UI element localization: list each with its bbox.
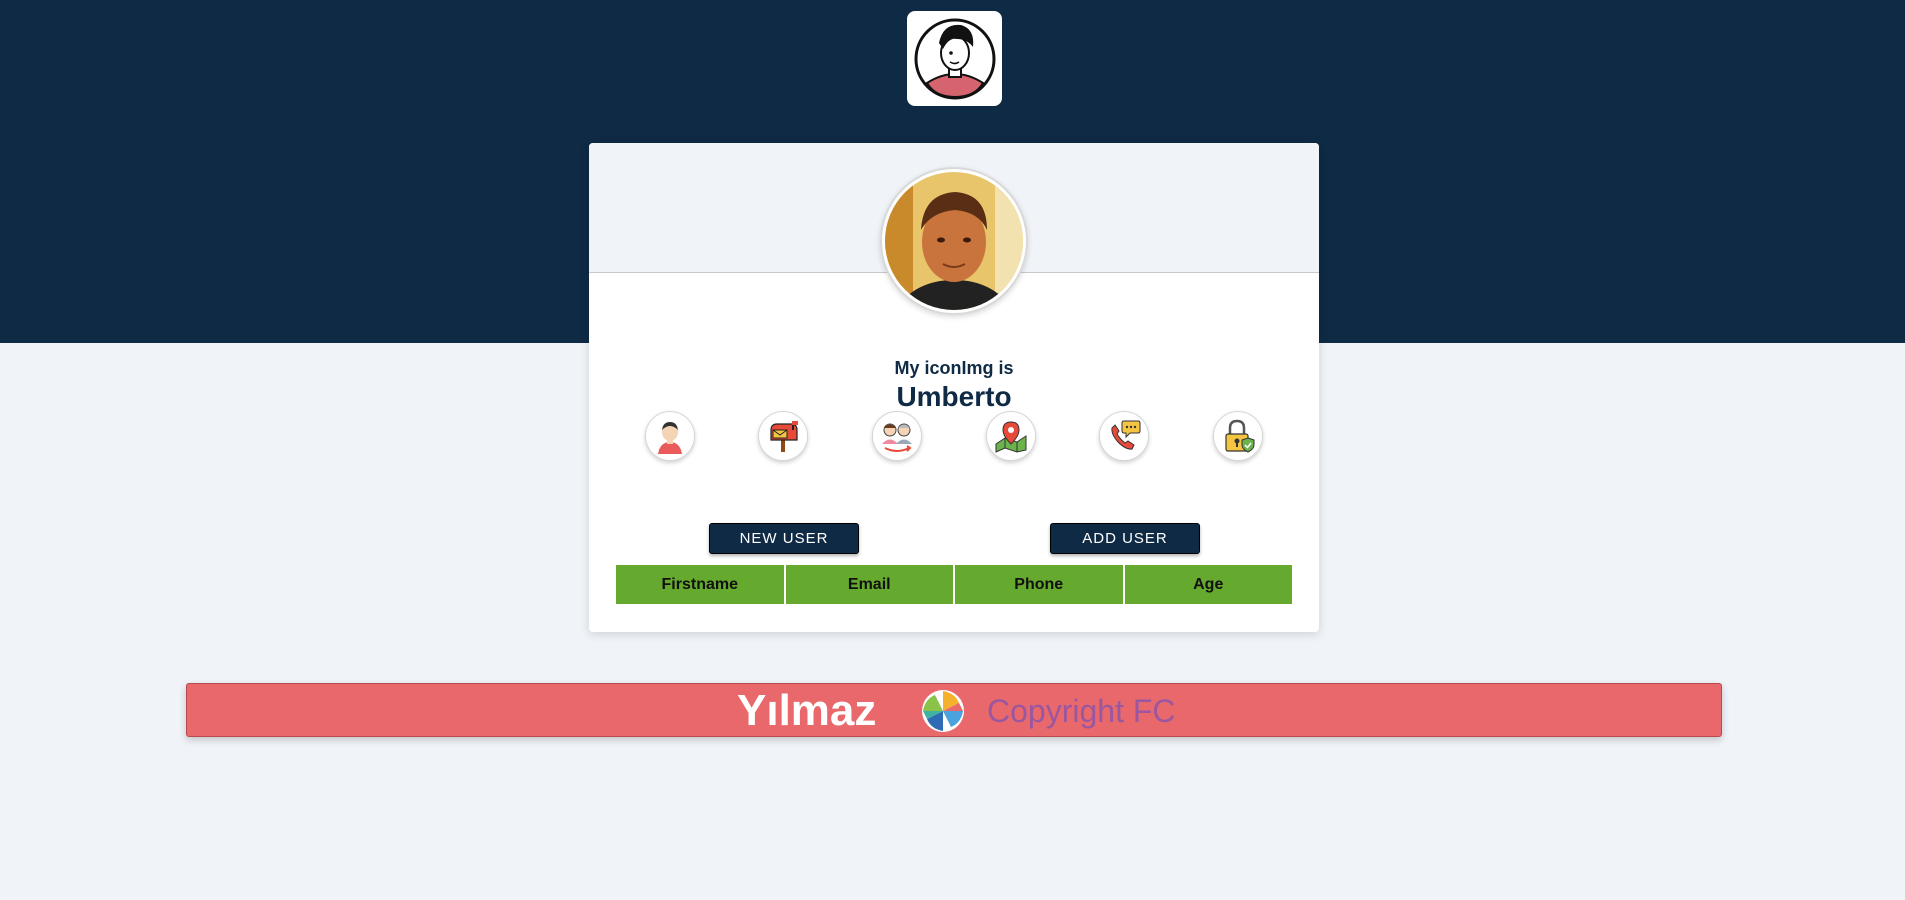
- lock-icon: [1225, 419, 1255, 453]
- add-user-button[interactable]: ADD USER: [1050, 523, 1200, 554]
- new-user-button[interactable]: NEW USER: [709, 523, 859, 554]
- lock-icon-button[interactable]: [1213, 411, 1263, 461]
- avatar-logo-icon: [914, 18, 995, 99]
- app-logo[interactable]: [907, 11, 1002, 106]
- age-icon-button[interactable]: [872, 411, 922, 461]
- pinwheel-logo-icon: [921, 689, 965, 733]
- user-icon: [658, 422, 682, 454]
- table-header-row: Firstname Email Phone Age: [616, 565, 1292, 604]
- footer-brand: Yılmaz: [737, 686, 877, 735]
- age-icon: [882, 423, 912, 452]
- user-card: My iconImg is Umberto NEW USER ADD USER …: [589, 143, 1319, 632]
- label-title: My iconImg is: [894, 358, 1014, 378]
- footer-copyright: Copyright FC: [987, 692, 1176, 729]
- label-value: Umberto: [896, 381, 1012, 412]
- user-photo: [885, 172, 1023, 310]
- location-icon: [995, 421, 1027, 453]
- column-email[interactable]: Email: [785, 565, 953, 604]
- mailbox-icon-button[interactable]: [758, 411, 808, 461]
- location-icon-button[interactable]: [986, 411, 1036, 461]
- phone-icon: [1111, 420, 1141, 450]
- user-icon-button[interactable]: [645, 411, 695, 461]
- column-phone[interactable]: Phone: [955, 565, 1123, 604]
- mailbox-icon: [770, 421, 798, 452]
- column-firstname[interactable]: Firstname: [616, 565, 784, 604]
- info-icons-row: [589, 411, 1319, 467]
- phone-icon-button[interactable]: [1099, 411, 1149, 461]
- user-avatar: [880, 167, 1028, 315]
- users-table: Firstname Email Phone Age: [614, 565, 1294, 604]
- column-age[interactable]: Age: [1124, 565, 1292, 604]
- footer-bar: Yılmaz Copyright FC: [186, 683, 1722, 737]
